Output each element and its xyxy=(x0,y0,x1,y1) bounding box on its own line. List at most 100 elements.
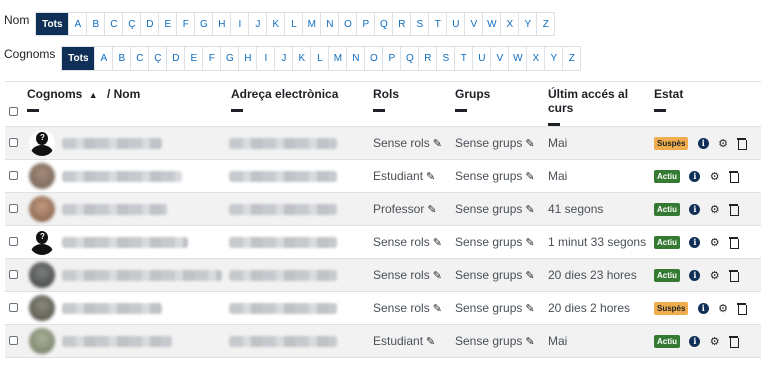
last-name-letter-f[interactable]: F xyxy=(203,47,222,70)
info-icon[interactable]: i xyxy=(689,204,701,216)
last-name-letter-n[interactable]: N xyxy=(347,47,366,70)
first-name-letter-g[interactable]: G xyxy=(195,13,214,35)
last-name-letter-c[interactable]: C xyxy=(131,47,150,70)
info-icon[interactable]: i xyxy=(697,138,709,150)
row-checkbox[interactable] xyxy=(9,270,18,279)
collapse-groups-column-icon[interactable] xyxy=(455,109,467,112)
first-name-letter-h[interactable]: H xyxy=(213,13,232,35)
first-name-letter-u[interactable]: U xyxy=(447,13,466,35)
last-name-letter-z[interactable]: Z xyxy=(563,47,582,70)
trash-icon[interactable] xyxy=(728,336,739,349)
last-name-letter-i[interactable]: I xyxy=(257,47,276,70)
collapse-email-column-icon[interactable] xyxy=(231,109,243,112)
last-name-letter-q[interactable]: Q xyxy=(401,47,420,70)
first-name-letter-n[interactable]: N xyxy=(321,13,340,35)
pencil-icon[interactable]: ✎ xyxy=(433,236,442,249)
first-name-letter-v[interactable]: V xyxy=(465,13,484,35)
last-name-letter-s[interactable]: S xyxy=(437,47,456,70)
first-name-letter-q[interactable]: Q xyxy=(375,13,394,35)
user-name-link[interactable] xyxy=(62,269,223,281)
last-name-letter-w[interactable]: W xyxy=(509,47,528,70)
collapse-name-column-icon[interactable] xyxy=(27,109,39,112)
trash-icon[interactable] xyxy=(728,237,739,250)
trash-icon[interactable] xyxy=(737,303,748,316)
last-name-letter-v[interactable]: V xyxy=(491,47,510,70)
row-checkbox[interactable] xyxy=(9,204,18,213)
info-icon[interactable]: i xyxy=(689,270,701,282)
info-icon[interactable]: i xyxy=(689,237,701,249)
pencil-icon[interactable]: ✎ xyxy=(525,236,534,249)
pencil-icon[interactable]: ✎ xyxy=(525,335,534,348)
first-name-letter-r[interactable]: R xyxy=(393,13,412,35)
first-name-letter-s[interactable]: S xyxy=(411,13,430,35)
pencil-icon[interactable]: ✎ xyxy=(427,203,436,216)
last-name-letter-t[interactable]: T xyxy=(455,47,474,70)
row-checkbox[interactable] xyxy=(9,138,18,147)
user-name-link[interactable] xyxy=(62,335,173,347)
first-name-letter-y[interactable]: Y xyxy=(519,13,538,35)
sort-by-first-name-link[interactable]: / Nom xyxy=(107,87,140,101)
last-name-letter-k[interactable]: K xyxy=(293,47,312,70)
first-name-letter-x[interactable]: X xyxy=(501,13,520,35)
first-name-letter-t[interactable]: T xyxy=(429,13,448,35)
first-name-letter-e[interactable]: E xyxy=(159,13,178,35)
row-checkbox[interactable] xyxy=(9,303,18,312)
info-icon[interactable]: i xyxy=(689,171,701,183)
pencil-icon[interactable]: ✎ xyxy=(525,170,534,183)
last-name-letter-o[interactable]: O xyxy=(365,47,384,70)
first-name-letter-i[interactable]: I xyxy=(231,13,250,35)
trash-icon[interactable] xyxy=(728,204,739,217)
last-name-letter-h[interactable]: H xyxy=(239,47,258,70)
last-name-letter-ç[interactable]: Ç xyxy=(149,47,168,70)
last-name-letter-r[interactable]: R xyxy=(419,47,438,70)
first-name-letter-w[interactable]: W xyxy=(483,13,502,35)
user-name-link[interactable] xyxy=(62,170,183,182)
trash-icon[interactable] xyxy=(728,270,739,283)
row-checkbox[interactable] xyxy=(9,237,18,246)
gear-icon[interactable]: ⚙ xyxy=(710,170,720,183)
first-name-letter-b[interactable]: B xyxy=(87,13,106,35)
trash-icon[interactable] xyxy=(728,171,739,184)
last-name-letter-d[interactable]: D xyxy=(167,47,186,70)
last-name-letter-g[interactable]: G xyxy=(221,47,240,70)
pencil-icon[interactable]: ✎ xyxy=(525,302,534,315)
first-name-letter-k[interactable]: K xyxy=(267,13,286,35)
last-name-letter-a[interactable]: A xyxy=(95,47,114,70)
last-name-letter-j[interactable]: J xyxy=(275,47,294,70)
user-name-link[interactable] xyxy=(62,137,163,149)
sort-by-last-name-link[interactable]: Cognoms xyxy=(27,87,82,101)
collapse-roles-column-icon[interactable] xyxy=(373,109,385,112)
first-name-letter-o[interactable]: O xyxy=(339,13,358,35)
first-name-letter-z[interactable]: Z xyxy=(537,13,556,35)
first-name-letter-f[interactable]: F xyxy=(177,13,196,35)
trash-icon[interactable] xyxy=(737,138,748,151)
select-all-checkbox[interactable] xyxy=(9,107,18,116)
first-name-letter-all[interactable]: Tots xyxy=(36,13,70,35)
pencil-icon[interactable]: ✎ xyxy=(525,269,534,282)
gear-icon[interactable]: ⚙ xyxy=(710,203,720,216)
pencil-icon[interactable]: ✎ xyxy=(525,203,534,216)
user-name-link[interactable] xyxy=(62,236,189,248)
gear-icon[interactable]: ⚙ xyxy=(710,236,720,249)
last-name-letter-p[interactable]: P xyxy=(383,47,402,70)
first-name-letter-l[interactable]: L xyxy=(285,13,304,35)
first-name-letter-j[interactable]: J xyxy=(249,13,268,35)
sort-by-last-access-link[interactable]: Últim accés al curs xyxy=(548,87,628,115)
first-name-letter-p[interactable]: P xyxy=(357,13,376,35)
gear-icon[interactable]: ⚙ xyxy=(718,137,728,150)
pencil-icon[interactable]: ✎ xyxy=(433,137,442,150)
first-name-letter-a[interactable]: A xyxy=(69,13,88,35)
row-checkbox[interactable] xyxy=(9,336,18,345)
last-name-letter-b[interactable]: B xyxy=(113,47,132,70)
last-name-letter-all[interactable]: Tots xyxy=(62,47,96,70)
collapse-status-column-icon[interactable] xyxy=(654,109,666,112)
user-name-link[interactable] xyxy=(62,203,168,215)
info-icon[interactable]: i xyxy=(689,336,701,348)
gear-icon[interactable]: ⚙ xyxy=(710,269,720,282)
last-name-letter-m[interactable]: M xyxy=(329,47,348,70)
pencil-icon[interactable]: ✎ xyxy=(433,269,442,282)
pencil-icon[interactable]: ✎ xyxy=(426,335,435,348)
pencil-icon[interactable]: ✎ xyxy=(433,302,442,315)
row-checkbox[interactable] xyxy=(9,171,18,180)
first-name-letter-ç[interactable]: Ç xyxy=(123,13,142,35)
